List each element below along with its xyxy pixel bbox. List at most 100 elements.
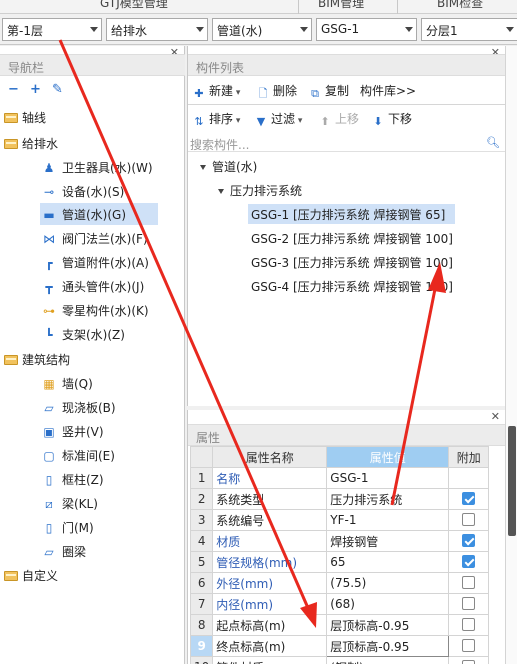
nav-item-slab[interactable]: ▱ 现浇板(B) [40, 396, 115, 418]
tree-root-pipe[interactable]: 管道(水) [200, 156, 257, 176]
tee-icon: ┳ [45, 280, 53, 294]
property-value[interactable]: 层顶标高-0.95 [326, 614, 450, 636]
property-value[interactable]: 65 [326, 551, 450, 573]
move-up-button[interactable]: ⬆ 上移 [318, 110, 359, 129]
search-placeholder: 搜索构件... [190, 138, 250, 152]
scrollbar-thumb[interactable] [508, 426, 516, 536]
filter-button[interactable]: ▼ 过滤 ▾ [254, 110, 303, 129]
delete-button[interactable]: 🗋 删除 [256, 82, 297, 101]
extra-checkbox[interactable] [462, 492, 476, 505]
tab-gtj-model[interactable]: GTJ模型管理 [100, 0, 168, 11]
nav-item-valve[interactable]: ⋈ 阀门法兰(水)(F) [40, 227, 148, 249]
component-search-input[interactable]: 搜索构件... 🔍︎ [188, 136, 506, 152]
nav-item-label: 框柱(Z) [62, 473, 104, 487]
nav-item-misc[interactable]: ⊶ 零星构件(水)(K) [40, 299, 149, 321]
property-value[interactable]: 焊接钢管 [326, 530, 450, 552]
tree-item-gsg-2[interactable]: GSG-2 [压力排污系统 焊接钢管 100] [251, 228, 453, 248]
property-row[interactable]: 4 材质 焊接钢管 [189, 530, 490, 552]
nav-item-equipment[interactable]: ⊸ 设备(水)(S) [40, 180, 124, 202]
navigation-panel: ✕ 导航栏 − + ✎ 轴线 给排水 ♟ 卫生器具(水)(W) ⊸ 设备(水)(S)… [0, 46, 185, 664]
property-value[interactable]: (68) [326, 593, 450, 615]
property-row[interactable]: 5 管径规格(mm) 65 [189, 551, 490, 573]
nav-item-label: 圈梁 [62, 545, 87, 559]
property-row[interactable]: 9 终点标高(m) 层顶标高-0.95 [189, 635, 490, 657]
extra-checkbox[interactable] [462, 639, 476, 652]
component-select[interactable]: GSG-1 [316, 18, 417, 41]
property-name: 起点标高(m) [212, 614, 328, 636]
properties-panel: ✕ 属性 属性名称 属性值 附加 1 名称 GSG-1 2 系统类型 压力排污系统 3 系统编… [187, 410, 506, 664]
move-down-button[interactable]: ⬇ 下移 [371, 110, 412, 129]
filter-icon: ▼ [256, 115, 266, 128]
extra-checkbox[interactable] [462, 660, 476, 664]
nav-item-sanitary[interactable]: ♟ 卫生器具(水)(W) [40, 156, 153, 178]
copy-button[interactable]: ⧉ 复制 [308, 82, 349, 101]
chevron-down-icon [196, 27, 204, 32]
extra-checkbox[interactable] [462, 513, 476, 526]
property-value[interactable]: 压力排污系统 [326, 488, 450, 510]
tree-item-gsg-1[interactable]: GSG-1 [压力排污系统 焊接钢管 65] [248, 204, 455, 224]
extra-checkbox[interactable] [462, 618, 476, 631]
sort-button[interactable]: ⇅ 排序 ▾ [192, 110, 240, 129]
close-icon[interactable]: ✕ [491, 410, 500, 423]
discipline-select[interactable]: 给排水 [106, 18, 208, 41]
tab-divider [397, 0, 398, 14]
property-value[interactable]: GSG-1 [326, 467, 450, 489]
tab-divider [298, 0, 299, 14]
new-button[interactable]: ✚ 新建 ▾ [192, 82, 240, 101]
edit-icon[interactable]: ✎ [52, 82, 63, 97]
nav-item-ring-beam[interactable]: ▱ 圈梁 [40, 540, 86, 562]
nav-group-plumbing[interactable]: 给排水 [4, 132, 58, 154]
tree-item-gsg-3[interactable]: GSG-3 [压力排污系统 焊接钢管 100] [251, 252, 453, 272]
nav-group-axis[interactable]: 轴线 [4, 106, 46, 128]
property-value[interactable]: (钢制) [326, 656, 450, 664]
nav-group-custom[interactable]: 自定义 [4, 564, 58, 586]
property-row[interactable]: 10管件材质(钢制) [189, 656, 490, 664]
property-value[interactable]: YF-1 [326, 509, 450, 531]
extra-checkbox[interactable] [462, 576, 476, 589]
component-library-button[interactable]: 构件库>> [360, 82, 416, 99]
extra-cell [448, 509, 490, 531]
property-row[interactable]: 8 起点标高(m) 层顶标高-0.95 [189, 614, 490, 636]
expand-all-icon[interactable]: + [30, 82, 41, 97]
search-icon[interactable]: 🔍︎ [486, 136, 500, 149]
nav-item-column[interactable]: ▯ 框柱(Z) [40, 468, 104, 490]
arrow-down-icon: ⬇ [373, 115, 383, 128]
extra-cell [448, 551, 490, 573]
extra-checkbox[interactable] [462, 534, 476, 547]
nav-item-pipe-fitting[interactable]: ┏ 管道附件(水)(A) [40, 251, 149, 273]
layer-select[interactable]: 分层1 [421, 18, 517, 41]
ring-beam-icon: ▱ [44, 545, 54, 559]
property-row[interactable]: 1 名称 GSG-1 [189, 467, 490, 489]
floor-select[interactable]: 第-1层 [2, 18, 102, 41]
nav-group-structure[interactable]: 建筑结构 [4, 348, 70, 370]
property-row[interactable]: 6 外径(mm) (75.5) [189, 572, 490, 594]
tab-bim-manage[interactable]: BIM管理 [318, 0, 364, 11]
nav-item-wall[interactable]: ▦ 墙(Q) [40, 372, 92, 394]
nav-item-beam[interactable]: ⧄ 梁(KL) [40, 492, 98, 514]
door-icon: ▯ [45, 521, 53, 535]
property-value[interactable]: 层顶标高-0.95 [326, 635, 450, 657]
extra-cell [448, 635, 490, 657]
nav-item-shaft[interactable]: ▣ 竖井(V) [40, 420, 103, 442]
nav-item-bracket[interactable]: ┗ 支架(水)(Z) [40, 323, 125, 345]
tree-group-pressure-sewage[interactable]: 压力排污系统 [218, 180, 302, 200]
nav-item-door[interactable]: ▯ 门(M) [40, 516, 94, 538]
property-name: 终点标高(m) [212, 635, 328, 657]
nav-item-label: 支架(水)(Z) [62, 328, 125, 342]
property-row[interactable]: 3 系统编号 YF-1 [189, 509, 490, 531]
property-row[interactable]: 2 系统类型 压力排污系统 [189, 488, 490, 510]
collapse-all-icon[interactable]: − [8, 82, 19, 97]
component-type-select[interactable]: 管道(水) [212, 18, 312, 41]
property-row[interactable]: 7 内径(mm) (68) [189, 593, 490, 615]
vertical-scrollbar[interactable] [505, 46, 517, 664]
nav-item-tee[interactable]: ┳ 通头管件(水)(J) [40, 275, 144, 297]
property-value[interactable]: (75.5) [326, 572, 450, 594]
tree-item-gsg-4[interactable]: GSG-4 [压力排污系统 焊接钢管 100] [251, 276, 453, 296]
extra-checkbox[interactable] [462, 555, 476, 568]
extra-checkbox[interactable] [462, 597, 476, 610]
nav-item-pipe[interactable]: ▬ 管道(水)(G) [40, 203, 158, 225]
tab-bim-check[interactable]: BIM检查 [437, 0, 483, 11]
nav-item-standard-room[interactable]: ▢ 标准间(E) [40, 444, 115, 466]
property-name: 系统编号 [212, 509, 328, 531]
toolbar-divider [188, 104, 506, 105]
